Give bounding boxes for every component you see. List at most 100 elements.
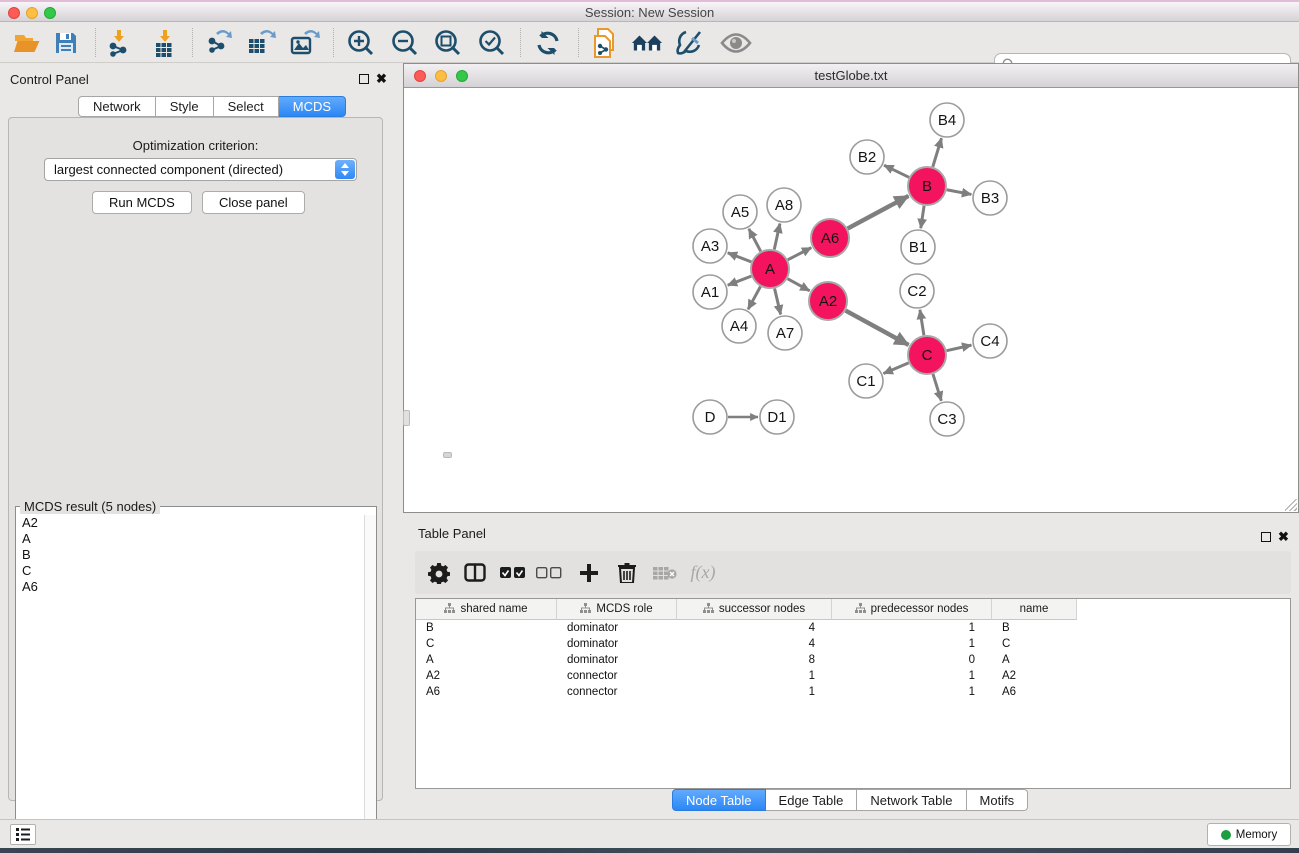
float-table-panel-icon[interactable]: [1261, 532, 1271, 542]
task-list-button[interactable]: [10, 824, 36, 845]
node-B3[interactable]: B3: [973, 181, 1007, 215]
node-D[interactable]: D: [693, 400, 727, 434]
result-item[interactable]: C: [17, 563, 363, 579]
tab-node-table[interactable]: Node Table: [672, 789, 766, 811]
edge-A-A6[interactable]: [788, 248, 812, 260]
run-mcds-button[interactable]: Run MCDS: [92, 191, 192, 214]
node-B2[interactable]: B2: [850, 140, 884, 174]
float-panel-icon[interactable]: [359, 74, 369, 84]
import-table-icon[interactable]: [150, 27, 182, 59]
window-resize-grip[interactable]: [1285, 499, 1297, 511]
result-item[interactable]: A6: [17, 579, 363, 595]
close-panel-icon[interactable]: ✖: [376, 71, 387, 87]
edge-A-A2[interactable]: [788, 279, 810, 291]
column-header-mcds-role[interactable]: MCDS role: [557, 599, 677, 620]
result-scrollbar[interactable]: [364, 515, 376, 845]
zoom-fit-icon[interactable]: [432, 27, 464, 59]
edge-C-C3[interactable]: [933, 374, 941, 401]
tab-motifs[interactable]: Motifs: [967, 789, 1029, 811]
unchecked-boxes-icon[interactable]: [533, 557, 565, 588]
node-C3[interactable]: C3: [930, 402, 964, 436]
table-row[interactable]: A6connector11A6: [416, 684, 1290, 700]
node-A1[interactable]: A1: [693, 275, 727, 309]
documents-network-icon[interactable]: [590, 27, 622, 59]
node-C2[interactable]: C2: [900, 274, 934, 308]
result-item[interactable]: A2: [17, 515, 363, 531]
node-A5[interactable]: A5: [723, 195, 757, 229]
close-table-panel-icon[interactable]: ✖: [1278, 529, 1289, 545]
edge-B-B3[interactable]: [947, 190, 972, 195]
tab-style[interactable]: Style: [156, 96, 214, 117]
network-graph[interactable]: B4B2BB3A5A8A6A3B1AA1C2A2A4A7C4CC1DD1C3: [404, 88, 1298, 512]
gear-icon[interactable]: [423, 557, 455, 588]
edge-B-B4[interactable]: [933, 138, 942, 167]
node-A2[interactable]: A2: [809, 282, 847, 320]
tab-network-table[interactable]: Network Table: [857, 789, 966, 811]
trash-icon[interactable]: [611, 557, 643, 588]
delete-table-icon[interactable]: [649, 557, 681, 588]
export-network-icon[interactable]: [202, 27, 234, 59]
edge-B-B2[interactable]: [884, 165, 909, 177]
tab-edge-table[interactable]: Edge Table: [766, 789, 858, 811]
import-network-icon[interactable]: [104, 27, 136, 59]
criterion-select[interactable]: largest connected component (directed): [44, 158, 357, 181]
table-row[interactable]: A2connector11A2: [416, 668, 1290, 684]
zoom-out-icon[interactable]: [389, 27, 421, 59]
node-A3[interactable]: A3: [693, 229, 727, 263]
checked-boxes-icon[interactable]: [497, 557, 529, 588]
splitter-grip[interactable]: [443, 452, 452, 458]
export-table-icon[interactable]: [245, 27, 277, 59]
canvas-side-grip[interactable]: [403, 410, 410, 426]
node-B1[interactable]: B1: [901, 230, 935, 264]
node-A[interactable]: A: [751, 250, 789, 288]
edge-C-C1[interactable]: [883, 363, 908, 374]
houses-icon[interactable]: [631, 27, 663, 59]
open-folder-icon[interactable]: [11, 27, 43, 59]
close-panel-button[interactable]: Close panel: [202, 191, 305, 214]
node-D1[interactable]: D1: [760, 400, 794, 434]
edge-A-A8[interactable]: [774, 224, 780, 250]
network-canvas[interactable]: B4B2BB3A5A8A6A3B1AA1C2A2A4A7C4CC1DD1C3: [404, 88, 1298, 512]
zoom-in-icon[interactable]: [345, 27, 377, 59]
edge-A-A1[interactable]: [728, 276, 752, 285]
export-image-icon[interactable]: [289, 27, 321, 59]
memory-button[interactable]: Memory: [1207, 823, 1291, 846]
node-C4[interactable]: C4: [973, 324, 1007, 358]
table-row[interactable]: Bdominator41B: [416, 620, 1290, 636]
edge-A-A7[interactable]: [775, 288, 781, 314]
node-A4[interactable]: A4: [722, 309, 756, 343]
edge-A-A5[interactable]: [749, 229, 761, 251]
node-C1[interactable]: C1: [849, 364, 883, 398]
tab-network[interactable]: Network: [78, 96, 156, 117]
edge-B-B1[interactable]: [921, 206, 924, 228]
edge-A2-C[interactable]: [846, 311, 909, 345]
edge-C-C2[interactable]: [920, 310, 924, 335]
tab-mcds[interactable]: MCDS: [279, 96, 346, 117]
table-row[interactable]: Adominator80A: [416, 652, 1290, 668]
node-C[interactable]: C: [908, 336, 946, 374]
pen-slash-icon[interactable]: [674, 27, 706, 59]
node-A7[interactable]: A7: [768, 316, 802, 350]
node-B4[interactable]: B4: [930, 103, 964, 137]
node-A6[interactable]: A6: [811, 219, 849, 257]
result-item[interactable]: A: [17, 531, 363, 547]
table-row[interactable]: Cdominator41C: [416, 636, 1290, 652]
column-header-predecessor-nodes[interactable]: predecessor nodes: [832, 599, 992, 620]
node-B[interactable]: B: [908, 167, 946, 205]
result-item[interactable]: B: [17, 547, 363, 563]
column-header-shared-name[interactable]: shared name: [416, 599, 557, 620]
function-icon[interactable]: f(x): [687, 557, 719, 588]
plus-icon[interactable]: [573, 557, 605, 588]
column-header-successor-nodes[interactable]: successor nodes: [677, 599, 832, 620]
refresh-icon[interactable]: [532, 27, 564, 59]
column-header-name[interactable]: name: [992, 599, 1077, 620]
tab-select[interactable]: Select: [214, 96, 279, 117]
edge-A6-B[interactable]: [848, 196, 909, 229]
edge-A-A4[interactable]: [748, 287, 760, 310]
save-icon[interactable]: [50, 27, 82, 59]
zoom-selected-icon[interactable]: [476, 27, 508, 59]
eye-icon[interactable]: [720, 27, 752, 59]
edge-C-C4[interactable]: [947, 345, 972, 351]
edge-A-A3[interactable]: [728, 253, 752, 262]
column-split-icon[interactable]: [459, 557, 491, 588]
